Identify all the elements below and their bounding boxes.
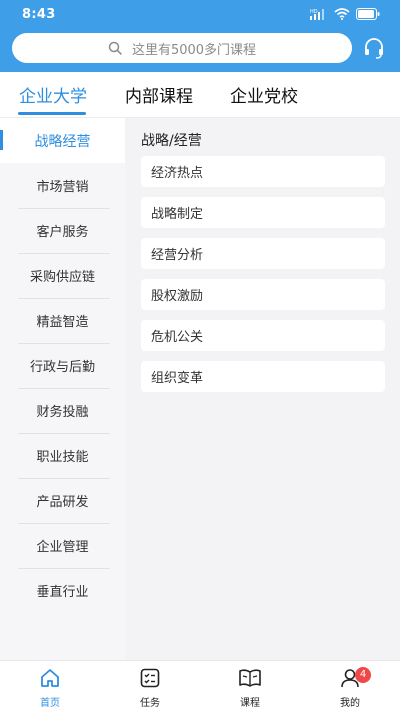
sidebar-item-finance[interactable]: 财务投融 [0, 388, 125, 433]
sidebar-item-label: 垂直行业 [36, 585, 89, 600]
sidebar-item-label: 职业技能 [36, 450, 89, 465]
subcategory-label: 危机公关 [151, 330, 204, 345]
nav-label: 首页 [40, 698, 60, 709]
app-header: 8:43 HD 这里有5000多门课程 [0, 0, 400, 72]
nav-profile[interactable]: 4 我的 [320, 666, 380, 710]
sidebar-item-vertical-industry[interactable]: 垂直行业 [0, 568, 125, 613]
sidebar-item-job-skills[interactable]: 职业技能 [0, 433, 125, 478]
subcategory-item[interactable]: 股权激励 [141, 279, 385, 310]
category-tabs: 企业大学 内部课程 企业党校 [0, 72, 400, 118]
sidebar-item-management[interactable]: 企业管理 [0, 523, 125, 568]
status-bar: 8:43 HD [0, 0, 400, 30]
notification-badge: 4 [355, 667, 371, 683]
section-title: 战略/经营 [141, 133, 202, 149]
sidebar-item-admin-logistics[interactable]: 行政与后勤 [0, 343, 125, 388]
home-icon [20, 666, 80, 690]
subcategory-item[interactable]: 组织变革 [141, 361, 385, 392]
nav-courses[interactable]: 课程 [220, 666, 280, 710]
subcategory-label: 经济热点 [151, 166, 204, 181]
sidebar-item-label: 企业管理 [36, 540, 89, 555]
status-icons: HD [310, 8, 380, 20]
subcategory-panel: 战略/经营 经济热点 战略制定 经营分析 股权激励 危机公关 组织变革 [125, 118, 400, 660]
battery-icon [356, 8, 380, 20]
sidebar-item-strategy[interactable]: 战略经营 [0, 118, 125, 163]
sidebar-item-label: 客户服务 [36, 225, 89, 240]
nav-tasks[interactable]: 任务 [120, 666, 180, 710]
search-placeholder: 这里有5000多门课程 [131, 42, 257, 58]
subcategory-label: 组织变革 [151, 371, 204, 386]
subcategory-label: 战略制定 [151, 207, 204, 222]
nav-label: 任务 [140, 698, 160, 709]
subcategory-item[interactable]: 危机公关 [141, 320, 385, 351]
nav-home[interactable]: 首页 [20, 666, 80, 710]
sidebar-item-product-rd[interactable]: 产品研发 [0, 478, 125, 523]
active-indicator [0, 130, 3, 150]
sidebar-item-label: 采购供应链 [29, 270, 95, 285]
sidebar-item-supply-chain[interactable]: 采购供应链 [0, 253, 125, 298]
category-sidebar: 战略经营 市场营销 客户服务 采购供应链 精益智造 行政与后勤 财务投融 职业技… [0, 118, 125, 660]
tab-party-school[interactable]: 企业党校 [230, 82, 298, 107]
sidebar-item-customer-service[interactable]: 客户服务 [0, 208, 125, 253]
status-time: 8:43 [22, 7, 56, 22]
svg-text:HD: HD [310, 9, 318, 15]
search-input[interactable]: 这里有5000多门课程 [12, 33, 352, 63]
sidebar-item-lean-manufacturing[interactable]: 精益智造 [0, 298, 125, 343]
bottom-navigation: 首页 任务 课程 4 我的 [0, 660, 400, 711]
sidebar-item-label: 精益智造 [36, 315, 89, 330]
task-list-icon [120, 666, 180, 690]
tab-enterprise-university[interactable]: 企业大学 [19, 82, 87, 107]
subcategory-item[interactable]: 经营分析 [141, 238, 385, 269]
sidebar-item-marketing[interactable]: 市场营销 [0, 163, 125, 208]
book-icon [220, 666, 280, 690]
subcategory-label: 经营分析 [151, 248, 204, 263]
subcategory-label: 股权激励 [151, 289, 204, 304]
tab-internal-courses[interactable]: 内部课程 [125, 82, 193, 107]
hd-signal-icon: HD [310, 9, 324, 20]
sidebar-item-label: 战略经营 [34, 133, 91, 150]
sidebar-item-label: 产品研发 [36, 495, 89, 510]
subcategory-item[interactable]: 经济热点 [141, 156, 385, 187]
search-icon [108, 41, 122, 55]
sidebar-item-label: 市场营销 [36, 180, 89, 195]
headset-icon [365, 38, 383, 59]
customer-service-button[interactable] [362, 36, 386, 60]
user-icon [320, 666, 380, 690]
wifi-icon [334, 8, 350, 20]
subcategory-item[interactable]: 战略制定 [141, 197, 385, 228]
sidebar-item-label: 财务投融 [36, 405, 89, 420]
nav-label: 课程 [240, 698, 260, 709]
sidebar-item-label: 行政与后勤 [29, 360, 95, 375]
nav-label: 我的 [340, 698, 360, 709]
active-tab-indicator [18, 112, 86, 115]
